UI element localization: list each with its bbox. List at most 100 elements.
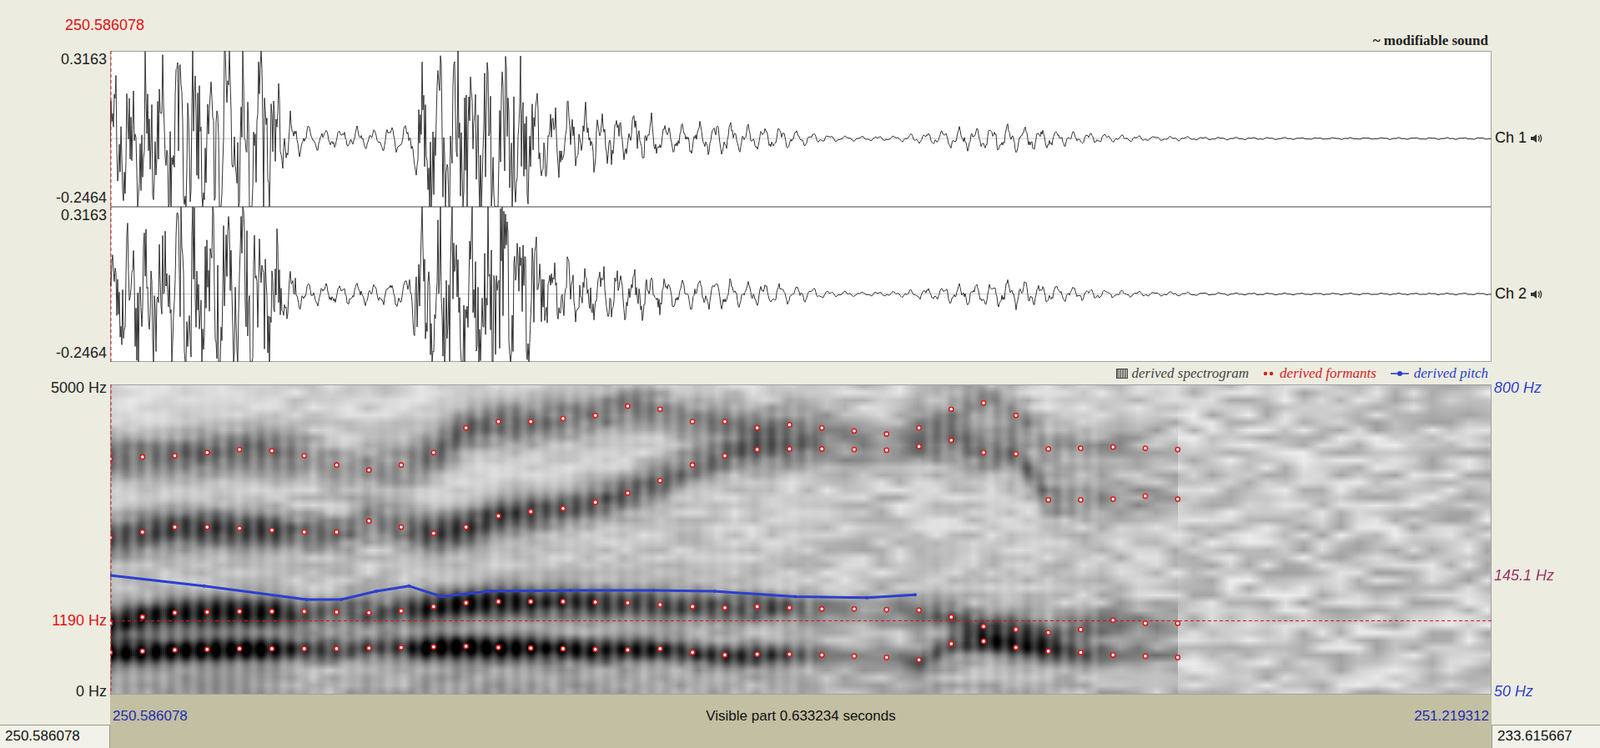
pitch-point	[202, 584, 207, 589]
formant-point	[1175, 621, 1180, 626]
amplitude-min: -0.2464	[55, 344, 107, 363]
formant-point	[851, 654, 856, 659]
formant-point	[367, 646, 372, 651]
formant-point	[528, 509, 534, 514]
cursor-frequency: 1190 Hz	[51, 612, 107, 629]
formant-point	[496, 513, 501, 519]
formant-point	[1013, 413, 1018, 418]
pitch-point	[651, 588, 655, 593]
cursor-line	[110, 50, 112, 207]
formant-point	[754, 604, 760, 609]
pitch-point	[568, 588, 573, 593]
formant-point	[722, 653, 727, 658]
formant-point	[1142, 493, 1148, 499]
speaker-icon[interactable]	[1529, 132, 1544, 145]
formant-point	[431, 604, 436, 609]
speaker-icon[interactable]	[1529, 288, 1544, 301]
pitch-line-icon	[1389, 369, 1410, 378]
waveform-plot[interactable]	[110, 50, 1492, 207]
formant-point	[754, 447, 760, 453]
amplitude-max: 0.3163	[60, 206, 107, 225]
formant-point	[625, 648, 630, 653]
left-cell: 250.586078	[0, 694, 111, 748]
formant-point	[625, 600, 630, 605]
waveform-plot[interactable]	[110, 206, 1492, 363]
formant-point	[690, 650, 695, 655]
formant-point	[593, 600, 598, 605]
pitch-point	[374, 589, 378, 594]
formant-point	[269, 646, 274, 651]
formant-point	[1142, 654, 1148, 659]
formant-point	[916, 426, 921, 431]
formant-point	[140, 530, 145, 535]
formant-point	[1046, 498, 1051, 503]
formant-point	[205, 647, 210, 652]
formant-point	[528, 419, 534, 424]
formant-point	[140, 454, 145, 459]
channel-column: Ch 1	[1491, 50, 1600, 207]
formant-point	[916, 658, 921, 663]
formant-point	[820, 607, 825, 612]
channel-label[interactable]: Ch 1	[1494, 129, 1544, 147]
visible-part-bar[interactable]: 250.586078Visible part 0.633234 seconds2…	[110, 694, 1492, 748]
formant-point	[949, 614, 954, 619]
formant-point	[496, 599, 501, 604]
formant-point	[140, 614, 145, 619]
formant-point	[884, 608, 889, 613]
formant-point	[981, 450, 987, 455]
pitch-max: 800 Hz	[1494, 379, 1542, 397]
right-cell: 233.615667	[1491, 694, 1600, 748]
formant-point	[1111, 497, 1116, 502]
formant-point	[172, 648, 177, 653]
formant-point	[463, 426, 468, 431]
left-time-box[interactable]: 250.586078	[0, 724, 111, 748]
formant-point	[981, 638, 987, 644]
formant-point	[1111, 445, 1116, 450]
formant-point	[172, 525, 177, 530]
formant-point	[916, 608, 921, 613]
formant-point	[205, 525, 210, 530]
formant-point	[820, 426, 825, 431]
legend: derived spectrogramderived formantsderiv…	[110, 362, 1492, 385]
formant-point	[593, 413, 598, 418]
formant-point	[1013, 452, 1018, 457]
formant-point	[981, 401, 987, 406]
formant-point	[528, 646, 534, 651]
formant-point	[658, 646, 663, 651]
spectrogram-plot[interactable]	[110, 384, 1492, 695]
formant-point	[658, 603, 663, 608]
formant-point	[1078, 498, 1083, 503]
formant-point	[1111, 653, 1116, 658]
formant-point	[560, 646, 565, 651]
formant-point	[398, 525, 403, 530]
formant-point	[367, 610, 372, 615]
formant-point	[787, 652, 792, 657]
formant-point	[1013, 627, 1018, 632]
amplitude-min: -0.2464	[55, 189, 107, 207]
channel-label[interactable]: Ch 2	[1494, 285, 1544, 303]
formant-point	[1175, 655, 1180, 660]
formant-point	[690, 604, 695, 609]
pitch-point	[488, 589, 492, 594]
formant-point	[949, 437, 954, 443]
formant-point	[1078, 446, 1083, 451]
formant-point	[110, 457, 113, 462]
formant-point	[301, 609, 307, 614]
formant-point	[1046, 630, 1051, 635]
right-time-box[interactable]: 233.615667	[1491, 724, 1600, 748]
formant-point	[431, 531, 436, 536]
formant-point	[334, 530, 339, 535]
formant-point	[110, 535, 113, 540]
formant-point	[269, 528, 274, 533]
formant-point	[367, 518, 372, 524]
formant-point	[625, 491, 630, 496]
pitch-point	[407, 584, 411, 589]
formant-point	[593, 647, 598, 652]
formant-point	[658, 407, 663, 412]
formant-point	[528, 599, 534, 604]
formant-point	[851, 428, 856, 433]
spectrogram	[110, 384, 1492, 695]
waveform	[110, 206, 1492, 363]
formant-point	[916, 444, 921, 449]
amplitude-axis: 0.3163 -0.2464	[0, 206, 111, 363]
